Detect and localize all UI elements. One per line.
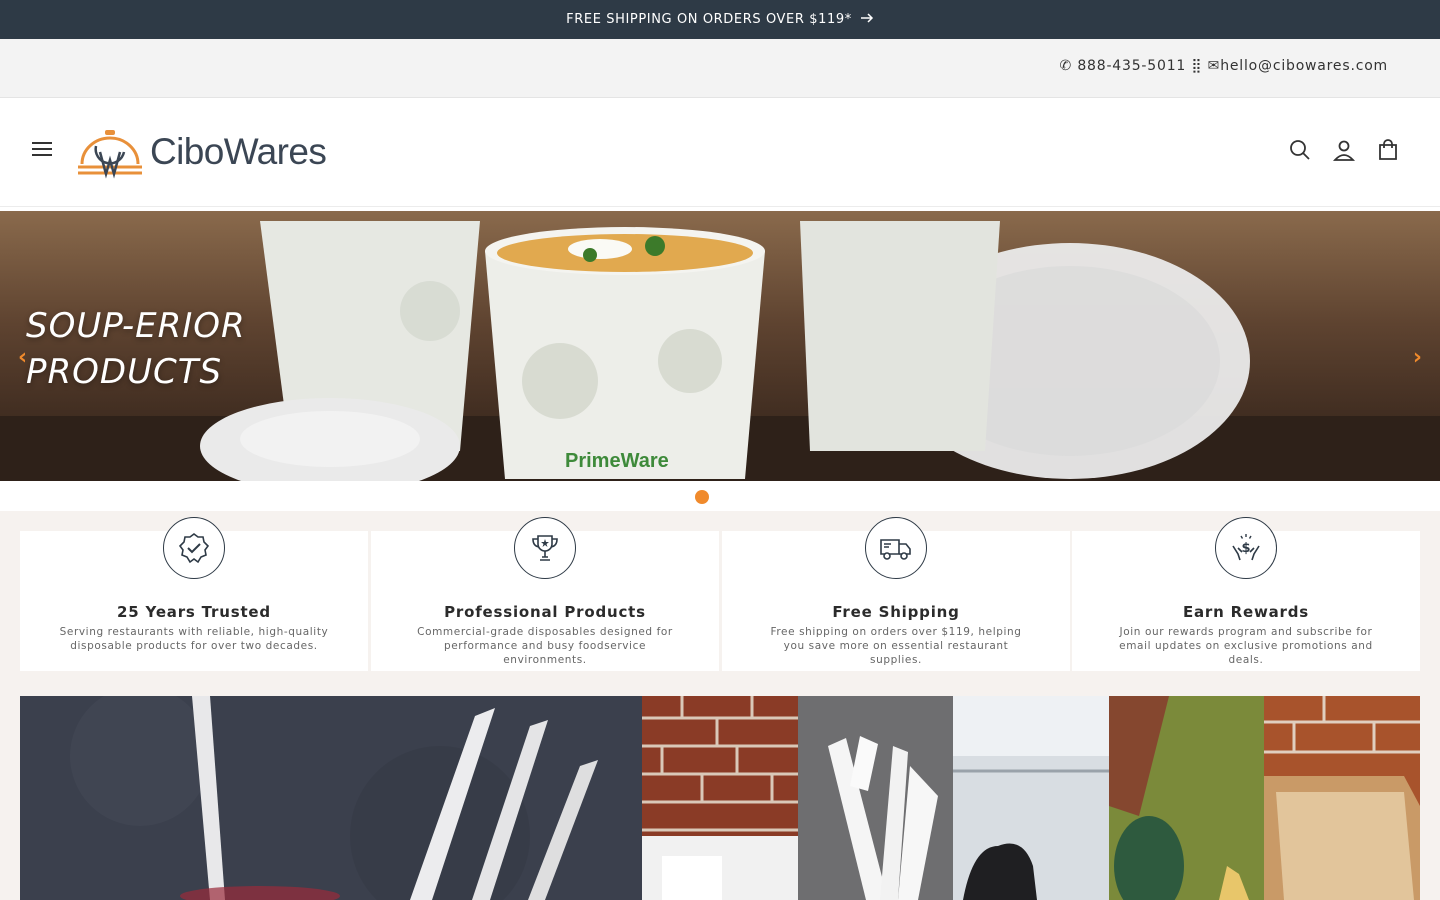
rewards-hands-icon: $ — [1215, 517, 1277, 579]
contact-info[interactable]: ✆ 888-435-5011 ⣿ ✉hello@cibowares.com — [1060, 58, 1388, 74]
feature-title: Free Shipping — [832, 603, 960, 621]
straws-image — [20, 696, 642, 900]
cutlery-image — [798, 696, 953, 900]
hero-tagline: SOUP-ERIOR PRODUCTS — [26, 306, 246, 392]
trophy-icon — [514, 517, 576, 579]
category-tile-straws[interactable] — [20, 696, 642, 900]
category-tile-pizza-boxes[interactable] — [1264, 696, 1420, 900]
feature-title: 25 Years Trusted — [117, 603, 271, 621]
logo-cloche-icon — [78, 130, 142, 179]
brand-mark: PrimeWare — [565, 450, 669, 472]
feature-card: $ Earn Rewards Join our rewards program … — [1072, 517, 1420, 671]
header-actions — [1286, 136, 1402, 164]
slideshow-pagination — [0, 481, 1440, 511]
arrow-right-icon — [860, 12, 874, 28]
category-tile-containers[interactable] — [642, 696, 798, 900]
gloves-image — [953, 696, 1109, 900]
utility-bar: ✆ 888-435-5011 ⣿ ✉hello@cibowares.com — [0, 39, 1440, 98]
feature-card: 25 Years Trusted Serving restaurants wit… — [20, 517, 368, 671]
search-icon[interactable] — [1286, 136, 1314, 164]
announcement-text[interactable]: FREE SHIPPING ON ORDERS OVER $119* — [566, 12, 852, 27]
category-tile-cutlery[interactable] — [798, 696, 953, 900]
feature-title: Earn Rewards — [1182, 603, 1310, 621]
hero-slideshow[interactable]: PrimeWare SOUP-ERIOR PRODUCTS ‹ › — [0, 211, 1440, 481]
eco-products-image — [1109, 696, 1264, 900]
announcement-bar[interactable]: FREE SHIPPING ON ORDERS OVER $119* — [0, 0, 1440, 39]
logo[interactable]: CiboWares — [74, 124, 327, 180]
site-header: CiboWares — [0, 98, 1440, 207]
features-section: 25 Years Trusted Serving restaurants wit… — [0, 511, 1440, 900]
cart-icon[interactable] — [1374, 136, 1402, 164]
account-icon[interactable] — [1330, 136, 1358, 164]
category-tile-plants[interactable] — [1109, 696, 1264, 900]
feature-text: Commercial-grade disposables designed fo… — [417, 626, 673, 666]
feature-text: Serving restaurants with reliable, high-… — [59, 626, 329, 652]
brick-wall-image — [642, 696, 798, 900]
category-tiles — [20, 696, 1420, 900]
menu-icon[interactable] — [28, 138, 56, 166]
chevron-left-icon[interactable]: ‹ — [18, 345, 27, 370]
svg-text:$: $ — [1241, 541, 1250, 556]
category-tile-gloves[interactable] — [953, 696, 1109, 900]
chevron-right-icon[interactable]: › — [1413, 345, 1422, 370]
logo-text: CiboWares — [150, 131, 327, 172]
delivery-truck-icon — [865, 517, 927, 579]
feature-title: Professional Products — [444, 603, 646, 621]
slide-dot-active[interactable] — [695, 490, 709, 504]
feature-text: Join our rewards program and subscribe f… — [1119, 626, 1373, 666]
feature-text: Free shipping on orders over $119, helpi… — [770, 626, 1022, 666]
verified-badge-icon — [163, 517, 225, 579]
pizza-box-image — [1264, 696, 1420, 900]
feature-card: Professional Products Commercial-grade d… — [371, 517, 719, 671]
feature-card: Free Shipping Free shipping on orders ov… — [722, 517, 1070, 671]
